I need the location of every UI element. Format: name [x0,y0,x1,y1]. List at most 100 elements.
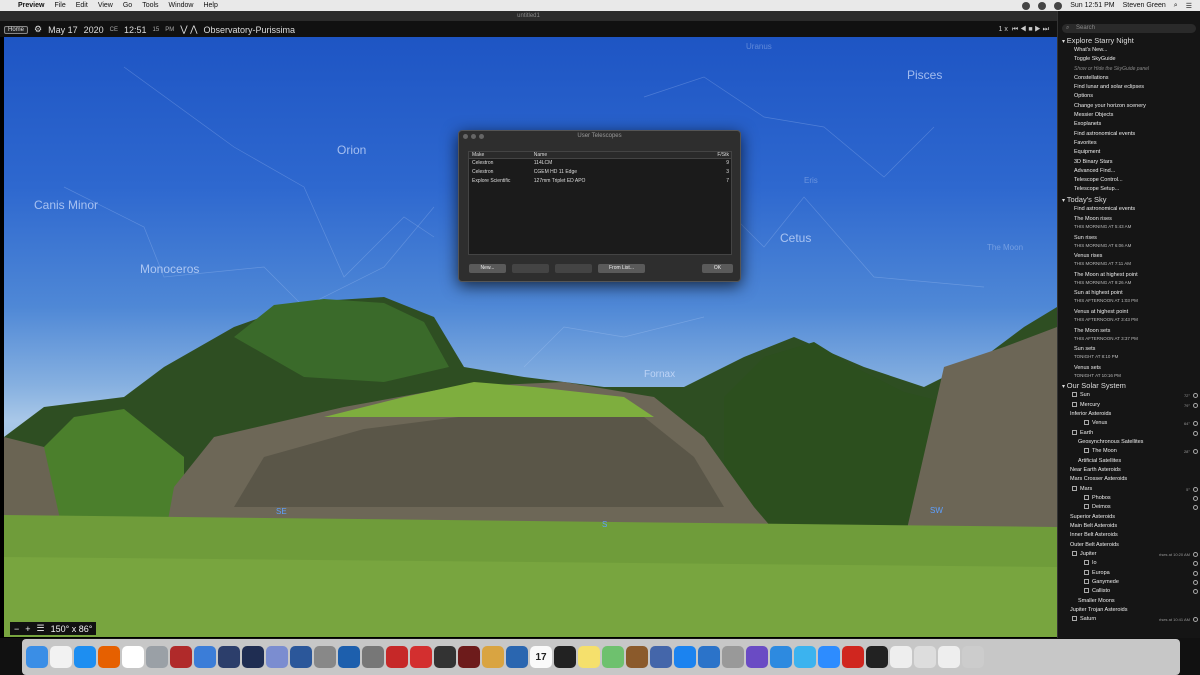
explore-item[interactable]: Change your horizon scenery [1058,102,1200,111]
solar-item[interactable]: Deimos [1058,503,1200,512]
dock-app-icon[interactable] [410,646,432,668]
event-item[interactable]: Venus rises THIS MORNING AT 7:11 AM [1058,251,1200,270]
solar-item[interactable]: Artificial Satellites [1058,457,1200,466]
checkbox[interactable] [1084,495,1089,501]
circle-icon[interactable] [1193,449,1198,455]
checkbox[interactable] [1072,616,1077,622]
dock-app-icon[interactable] [506,646,528,668]
explore-item[interactable]: Telescope Control... [1058,176,1200,185]
solar-item[interactable]: Inferior Asteroids [1058,410,1200,419]
column-make[interactable]: Make [469,152,534,158]
from-list-button[interactable]: From List... [598,264,645,273]
status-icon[interactable] [1022,1,1031,10]
zoom-out-button[interactable]: − [14,624,19,634]
circle-icon[interactable] [1193,421,1198,427]
event-item[interactable]: Venus sets TONIGHT AT 10:16 PM [1058,363,1200,382]
gear-icon[interactable]: ⚙ [34,24,42,35]
checkbox[interactable] [1084,448,1089,454]
dock-app-icon[interactable] [698,646,720,668]
dock-app-icon[interactable] [74,646,96,668]
time-field[interactable]: 12:51 [124,25,147,35]
circle-icon[interactable] [1193,617,1198,623]
explore-item[interactable]: Equipment [1058,148,1200,157]
dock-app-icon[interactable] [578,646,600,668]
dock-app-icon[interactable] [314,646,336,668]
label-eris[interactable]: Eris [804,176,818,185]
dock-app-icon[interactable] [650,646,672,668]
dock-app-icon[interactable] [146,646,168,668]
label-monoceros[interactable]: Monoceros [140,262,199,276]
dock-app-icon[interactable] [290,646,312,668]
section-solar-system[interactable]: Our Solar System [1058,381,1200,391]
checkbox[interactable] [1072,429,1077,435]
circle-icon[interactable] [1193,561,1198,567]
solar-item[interactable]: Io [1058,559,1200,568]
dock-app-icon[interactable] [890,646,912,668]
dock-app-icon[interactable] [338,646,360,668]
location-arrows-icon[interactable]: ⋁ ⋀ [180,24,197,35]
dock-app-icon[interactable] [458,646,480,668]
dock-app-icon[interactable]: 17 [530,646,552,668]
dock-app-icon[interactable] [482,646,504,668]
dock-app-icon[interactable] [98,646,120,668]
dock-app-icon[interactable] [194,646,216,668]
spotlight-icon[interactable]: ⌕ [1174,2,1178,10]
menu-window[interactable]: Window [169,2,194,9]
circle-icon[interactable] [1193,393,1198,399]
explore-item[interactable]: Favorites [1058,139,1200,148]
checkbox[interactable] [1072,392,1077,398]
label-uranus[interactable]: Uranus [746,42,772,51]
solar-item[interactable]: Saturn rises at 10:41 AM [1058,615,1200,624]
circle-icon[interactable] [1193,589,1198,595]
explore-item[interactable]: Exoplanets [1058,120,1200,129]
checkbox[interactable] [1084,579,1089,584]
explore-item[interactable]: Find astronomical events [1058,130,1200,139]
label-fornax[interactable]: Fornax [644,369,675,380]
notification-icon[interactable]: ☰ [1186,2,1192,10]
dock-app-icon[interactable] [674,646,696,668]
minimize-button[interactable] [471,134,476,139]
label-the-moon[interactable]: The Moon [987,243,1023,252]
solar-item[interactable]: Near Earth Asteroids [1058,466,1200,475]
dock-app-icon[interactable] [122,646,144,668]
menu-file[interactable]: File [54,2,65,9]
app-menu[interactable]: Preview [18,2,44,9]
checkbox[interactable] [1084,504,1089,510]
column-fstk[interactable]: F/Stk [717,152,731,158]
find-events-link[interactable]: Find astronomical events [1058,205,1200,214]
location-field[interactable]: Observatory-Purissima [203,25,295,35]
column-name[interactable]: Name [534,152,717,158]
solar-item[interactable]: The Moon 28° [1058,447,1200,456]
label-orion[interactable]: Orion [337,143,366,157]
circle-icon[interactable] [1193,402,1198,408]
dock-app-icon[interactable] [746,646,768,668]
menu-help[interactable]: Help [203,2,217,9]
solar-item[interactable]: Smaller Moons [1058,597,1200,606]
event-item[interactable]: Sun at highest point THIS AFTERNOON AT 1:… [1058,288,1200,307]
sky-view[interactable]: Orion Canis Minor Monoceros Pisces Cetus… [4,37,1057,637]
explore-item[interactable]: Options [1058,92,1200,101]
zoom-in-button[interactable]: + [25,624,30,634]
dock-app-icon[interactable] [770,646,792,668]
explore-item[interactable]: Messier Objects [1058,111,1200,120]
disabled-button[interactable] [555,264,592,273]
explore-item[interactable]: 3D Binary Stars [1058,158,1200,167]
dock-app-icon[interactable] [218,646,240,668]
dock-app-icon[interactable] [386,646,408,668]
circle-icon[interactable] [1193,486,1198,492]
event-item[interactable]: The Moon at highest point THIS MORNING AT… [1058,270,1200,289]
menu-edit[interactable]: Edit [76,2,88,9]
dock-app-icon[interactable] [842,646,864,668]
dock-app-icon[interactable] [938,646,960,668]
event-item[interactable]: The Moon sets THIS AFTERNOON AT 3:37 PM [1058,326,1200,345]
checkbox[interactable] [1084,420,1089,426]
solar-item[interactable]: Jupiter Trojan Asteroids [1058,606,1200,615]
menu-user[interactable]: Steven Green [1123,2,1166,9]
section-todays-sky[interactable]: Today's Sky [1058,195,1200,205]
table-row[interactable]: Celestron CGEM HD 11 Edge 3 [469,168,731,177]
solar-item[interactable]: Mars 5° [1058,485,1200,494]
checkbox[interactable] [1084,569,1089,575]
dock-app-icon[interactable] [818,646,840,668]
section-explore[interactable]: Explore Starry Night [1058,36,1200,46]
explore-item[interactable]: Telescope Setup... [1058,185,1200,194]
